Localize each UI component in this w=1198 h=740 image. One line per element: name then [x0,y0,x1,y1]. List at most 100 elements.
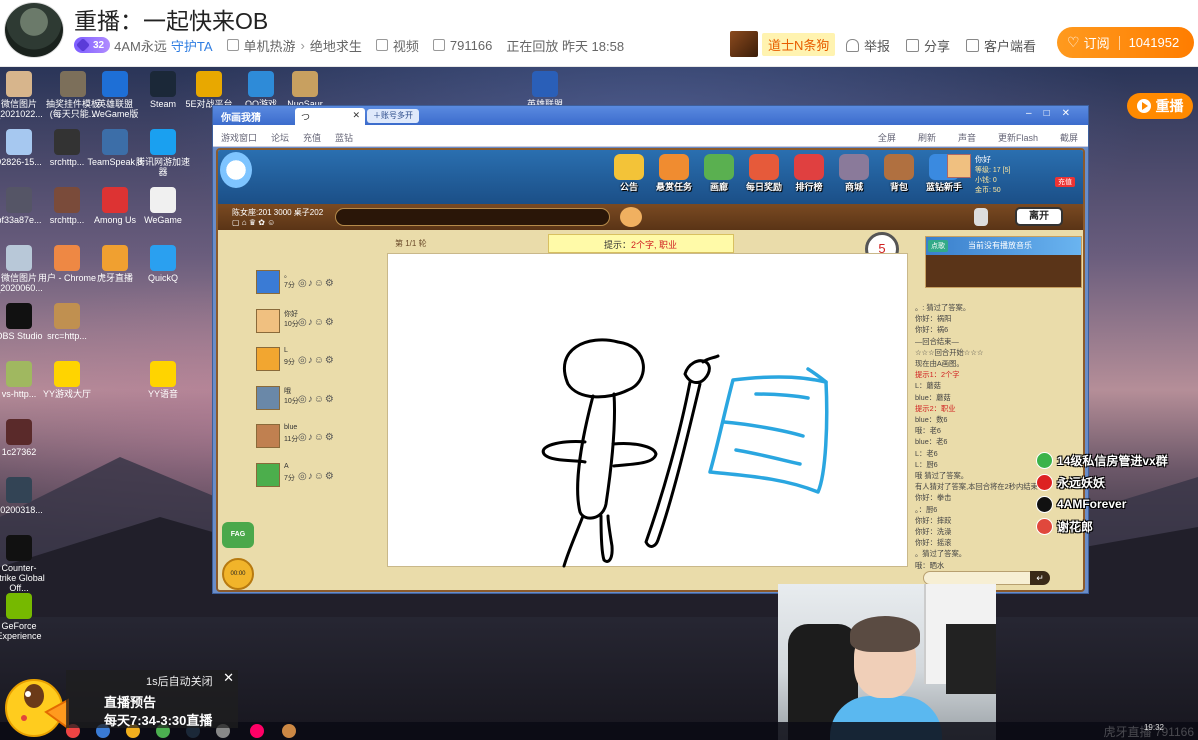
game-menu-icon [839,154,869,180]
player-entry[interactable]: L 9分 ◎♪☺⚙ [252,347,367,386]
sponsor-badge[interactable]: 道士N条狗 [730,31,836,57]
toolbar-link[interactable]: 充值 [303,133,321,143]
social-line: 永远妖妖 [1036,471,1196,493]
desktop-icon[interactable]: 20200318... [0,477,48,515]
guard-link[interactable]: 守护TA [171,36,213,55]
close-icon[interactable]: ✕ [223,670,234,686]
category-link-1[interactable]: 单机热游 [244,36,296,55]
desktop-icon[interactable]: WeGame [134,187,192,225]
replay-button[interactable]: 重播 [1127,93,1193,119]
desktop-icon[interactable]: 1c27362 [0,419,48,457]
desktop-app-icon [6,245,32,271]
desktop-icon[interactable]: GeForce Experience [0,593,48,641]
game-menu-label: 画廊 [709,182,728,192]
desktop-icon[interactable]: 腾讯网游加速器 [134,129,192,177]
send-button[interactable]: ↵ [1030,571,1050,585]
multi-account-button[interactable]: ＋账号多开 [367,109,419,123]
desktop-icon[interactable]: NuoSaur [276,71,334,109]
desktop-icon[interactable]: YY游戏大厅 [38,361,96,399]
share-icon [906,39,920,52]
game-menu-item[interactable]: 公告 [610,154,648,193]
song-request-button[interactable]: 点歌 [928,240,948,252]
social-icon [1036,495,1053,513]
chat-line: 你好：摇滚 [915,538,952,548]
bell-icon [846,39,859,52]
desktop-icon-label: YY语音 [147,389,178,399]
player-entry[interactable]: 哦 10分 ◎♪☺⚙ [252,385,367,425]
category-link-2[interactable]: 绝地求生 [310,36,362,55]
subscribe-button[interactable]: ♡ 订阅 1041952 [1057,27,1194,58]
streamer-avatar[interactable] [4,2,64,58]
game-icon [226,39,239,51]
toolbar-tool[interactable]: 刷新 [918,133,936,143]
taskbar-app-icon[interactable] [250,724,264,738]
client-watch-button[interactable]: 客户端看 [966,36,1036,55]
close-tab-icon[interactable]: ✕ [352,110,360,121]
category-breadcrumb: 单机热游 › 绝地求生 [226,36,362,55]
player-avatar [256,347,280,372]
game-menu-item[interactable]: 悬赏任务 [655,154,693,193]
toolbar-tool[interactable]: 全屏 [878,133,896,143]
room-tool-icons[interactable]: ▢ ⌂ ♛ ✿ ☺ [232,218,275,227]
video-player[interactable]: 微信图片_2021022...抽奖挂件模板 (每天只能...英雄联盟 WeGam… [0,67,1198,740]
game-menu-item[interactable]: 每日奖励 [745,154,783,193]
desktop-app-icon [6,593,32,619]
header-actions: 举报 分享 客户端看 [846,36,1052,55]
desktop-icon[interactable]: src=http... [38,303,96,341]
desktop-icon[interactable]: YY语音 [134,361,192,399]
social-icon [1036,473,1053,491]
desktop-app-icon [60,71,86,97]
toolbar-link[interactable]: 论坛 [271,133,289,143]
game-window-tab[interactable]: つ ✕ [295,108,365,125]
streamer-name[interactable]: 4AM永远 [114,36,167,55]
report-button[interactable]: 举报 [846,36,890,55]
leave-button[interactable]: 离开 [1015,207,1063,226]
room-chat-field[interactable] [335,208,610,226]
player-action-icons[interactable]: ◎♪☺⚙ [298,394,335,405]
game-user-panel: 你好 等级: 17 [5] 小钱: 0 金币: 50 充值 [947,154,1077,198]
mascot-icon[interactable] [2,670,74,740]
game-menu-item[interactable]: 商城 [835,154,873,193]
toolbar-link[interactable]: 蓝钻 [335,133,353,143]
desktop-icon[interactable]: QuickQ [134,245,192,283]
recharge-button[interactable]: 充值 [1055,177,1075,187]
player-entry[interactable]: A 7分 ◎♪☺⚙ [252,462,367,502]
share-button[interactable]: 分享 [906,36,950,55]
game-window: 你画我猜 つ ✕ ＋账号多开 –□✕ 游戏窗口 论坛 充值 蓝钻 全屏 刷新 声音 更新Fla… [212,105,1089,594]
game-menu-label: 公告 [619,182,638,192]
player-entry[interactable]: blue 11分 ◎♪☺⚙ [252,424,367,463]
toolbar-link[interactable]: 游戏窗口 [221,133,257,143]
video-link[interactable]: 视频 [375,36,419,55]
player-action-icons[interactable]: ◎♪☺⚙ [298,471,335,482]
drawing-canvas[interactable] [387,253,908,568]
player-action-icons[interactable]: ◎♪☺⚙ [298,278,335,289]
toolbar-tool[interactable]: 更新Flash [998,133,1038,143]
player-action-icons[interactable]: ◎♪☺⚙ [298,355,335,366]
game-menu-icon [749,154,779,180]
user-name: 你好 [975,155,991,164]
player-entry[interactable]: 。 7分 ◎♪☺⚙ [252,270,367,309]
desktop-icon[interactable]: 微信图片_2021022... [0,71,48,119]
player-action-icons[interactable]: ◎♪☺⚙ [298,317,335,328]
video-icon [375,39,388,51]
egg-icon[interactable] [620,207,642,227]
game-menu-item[interactable]: 画廊 [700,154,738,193]
room-header: 重播：一起快来OB 32 4AM永远 守护TA 单机热游 › 绝地求生 视频 7… [0,0,1198,136]
desktop-icon[interactable]: Counter-Strike Global Off... [0,535,48,593]
player-score: 10分 [284,397,299,405]
window-controls[interactable]: –□✕ [1026,108,1082,119]
player-entry[interactable]: 你好 10分 ◎♪☺⚙ [252,308,367,348]
game-menu-item[interactable]: 背包 [880,154,918,193]
game-window-titlebar[interactable]: 你画我猜 つ ✕ ＋账号多开 –□✕ [213,106,1088,125]
taskbar-app-icon[interactable] [282,724,296,738]
desktop-app-icon [150,245,176,271]
desktop-icon[interactable]: 5E对战平台 [180,71,238,109]
game-menu-item[interactable]: 排行榜 [790,154,828,193]
faq-badge[interactable]: FAG [222,522,254,548]
desktop-icon[interactable]: 英雄联盟 [516,71,574,109]
toolbar-tool[interactable]: 声音 [958,133,976,143]
chat-line: L：蘑菇 [915,381,941,391]
lock-icon[interactable] [974,208,988,226]
player-action-icons[interactable]: ◎♪☺⚙ [298,432,335,443]
toolbar-tool[interactable]: 截屏 [1060,133,1078,143]
